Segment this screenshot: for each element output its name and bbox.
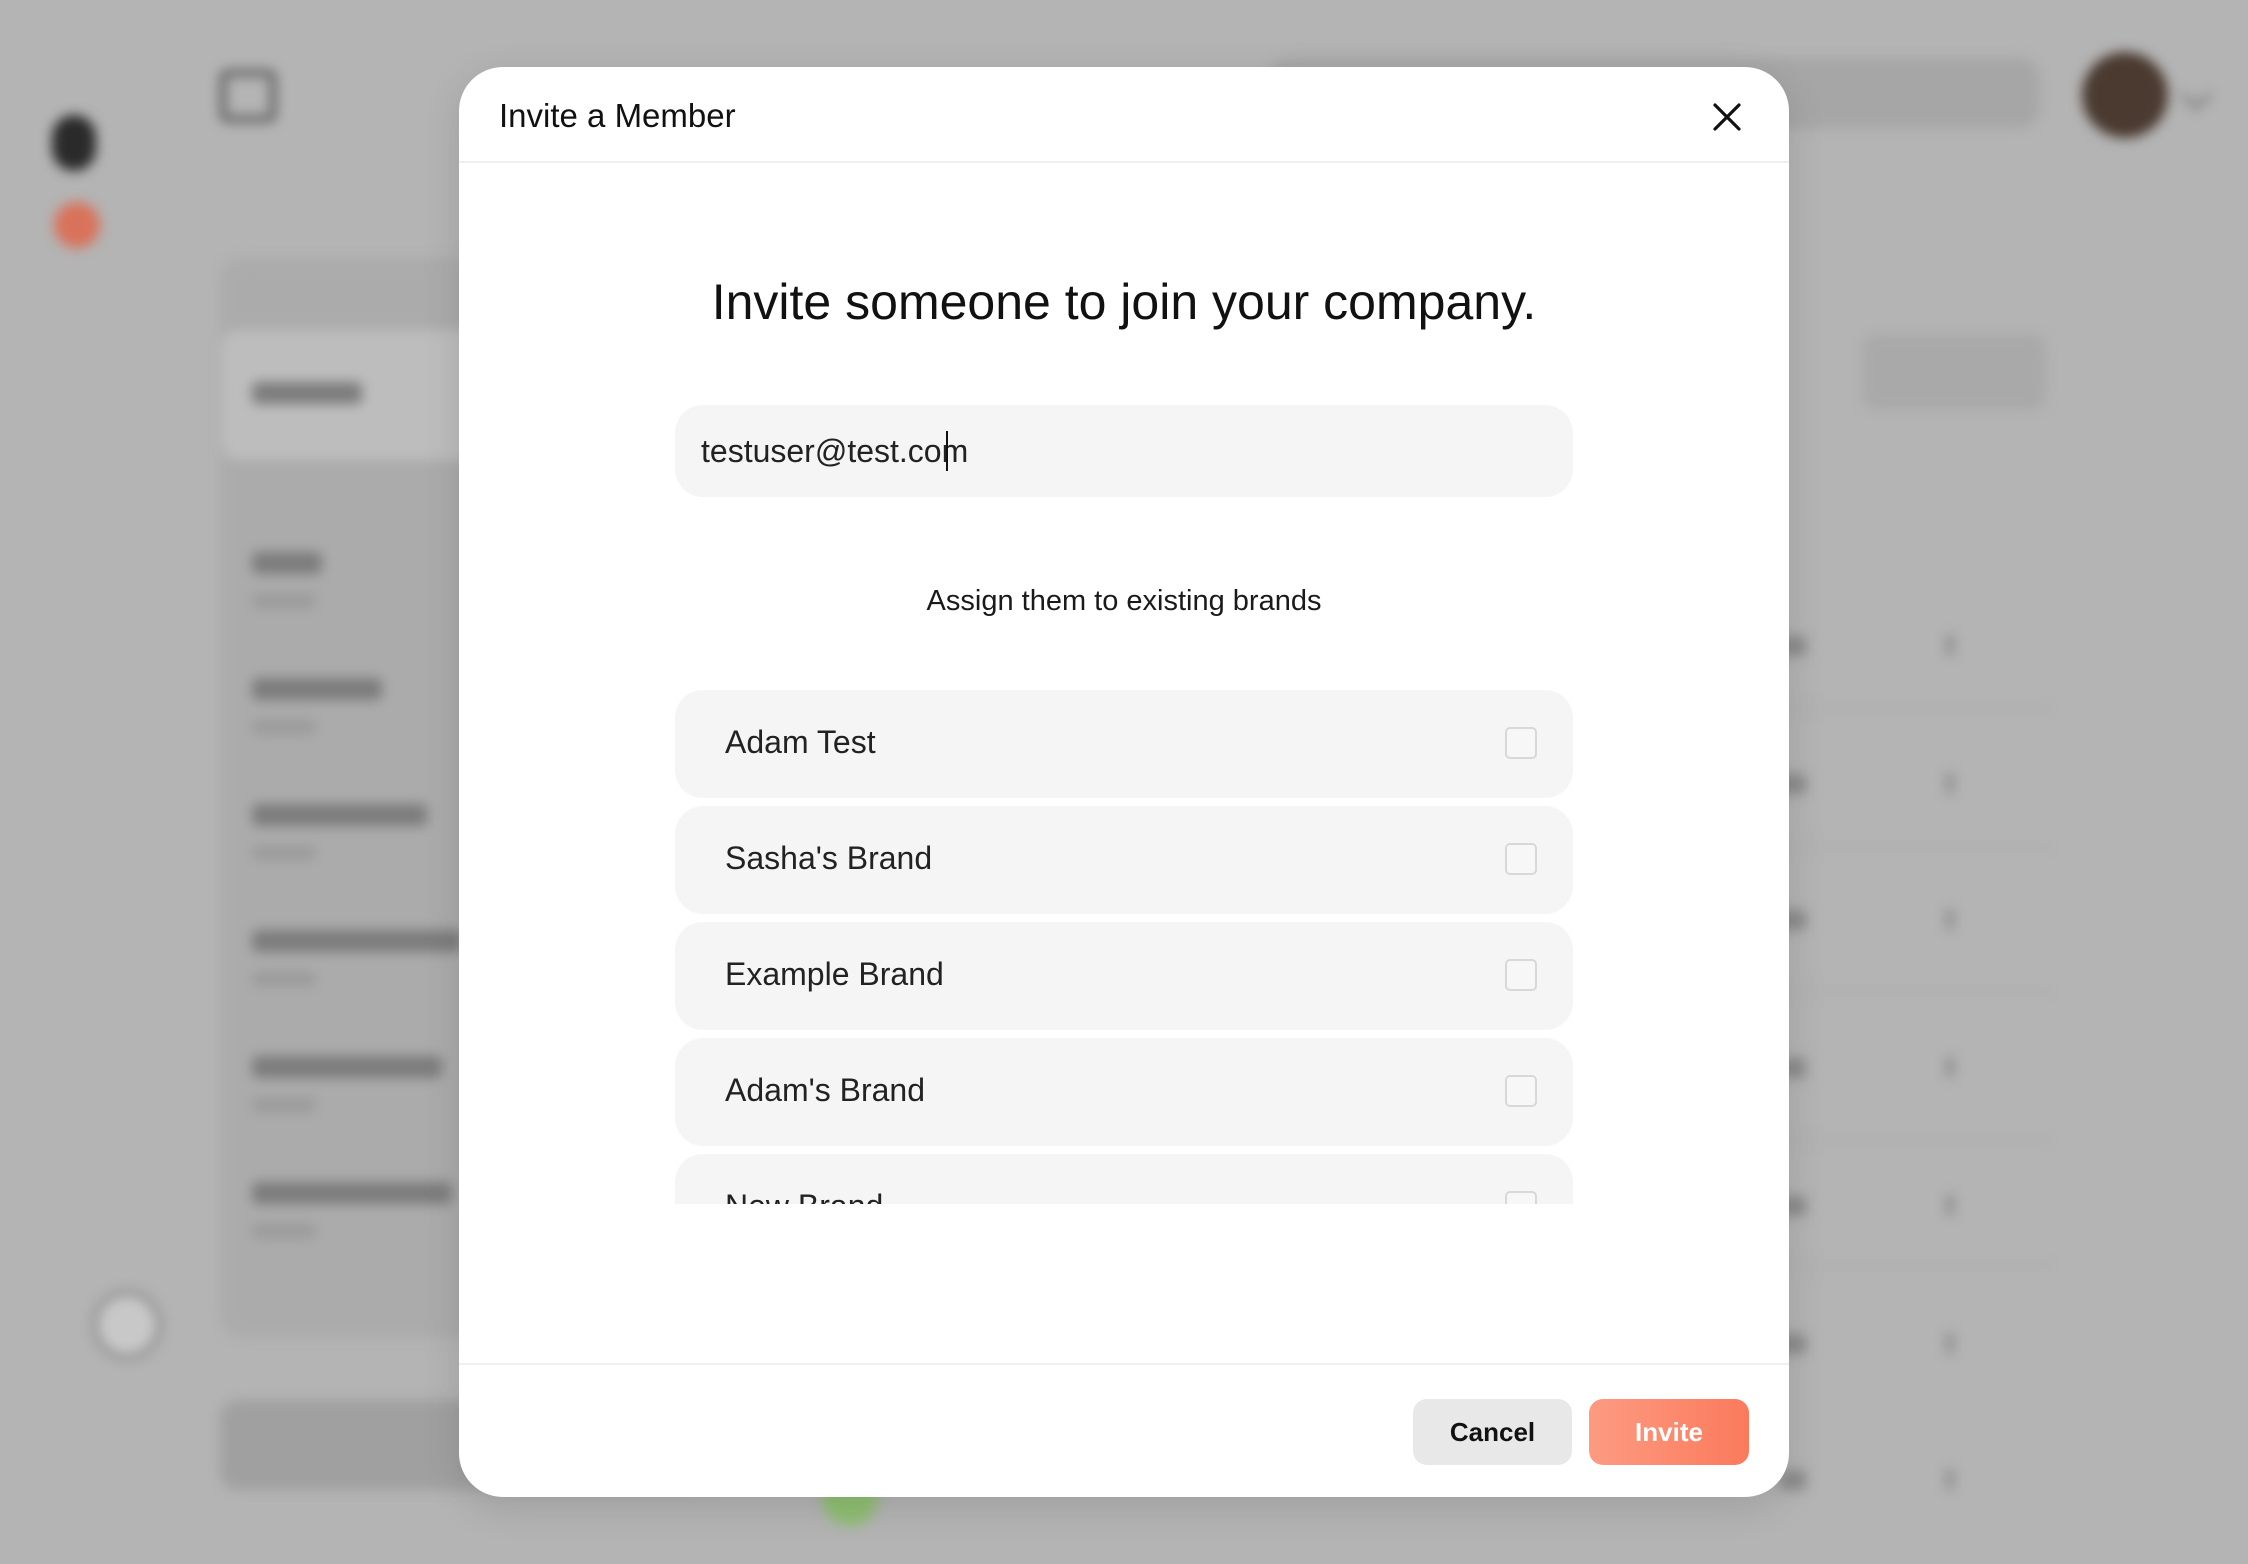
invite-button[interactable]: Invite	[1589, 1399, 1749, 1465]
brand-option-new-brand[interactable]: New Brand	[675, 1154, 1573, 1204]
app-logo	[52, 115, 96, 171]
blurred-text	[252, 552, 322, 574]
email-field[interactable]	[675, 405, 1573, 497]
row-divider	[1760, 1264, 2050, 1266]
row-menu-icon	[1946, 1468, 1954, 1490]
row-menu-icon	[1946, 634, 1954, 656]
blurred-text	[252, 930, 462, 952]
brand-checkbox[interactable]	[1505, 959, 1537, 991]
row-menu-icon	[1946, 1194, 1954, 1216]
brand-checkbox[interactable]	[1505, 727, 1537, 759]
rail-bottom-button	[92, 1290, 162, 1360]
brand-checkbox[interactable]	[1505, 1075, 1537, 1107]
chevron-down-icon	[2180, 79, 2212, 111]
modal-title: Invite a Member	[499, 97, 736, 134]
row-menu-icon	[1946, 1056, 1954, 1078]
background-invite-button	[1862, 334, 2046, 410]
blurred-text	[252, 594, 316, 608]
brand-label: Adam's Brand	[725, 1072, 925, 1108]
blurred-text	[252, 972, 316, 986]
row-divider	[1760, 1138, 2050, 1140]
text-caret	[946, 431, 948, 471]
row-divider	[1760, 990, 2050, 992]
brand-checkbox[interactable]	[1505, 843, 1537, 875]
blurred-text	[252, 1182, 452, 1204]
brand-label: Example Brand	[725, 956, 944, 992]
row-menu-icon	[1946, 908, 1954, 930]
row-menu-icon	[1946, 772, 1954, 794]
close-button[interactable]	[1705, 95, 1749, 139]
modal-header: Invite a Member	[459, 67, 1789, 163]
brand-label: New Brand	[725, 1188, 883, 1204]
blurred-text	[252, 720, 316, 734]
brand-label: Adam Test	[725, 724, 876, 760]
notification-dot	[54, 202, 100, 248]
brand-option-adam-test[interactable]: Adam Test	[675, 690, 1573, 798]
row-divider	[1760, 846, 2050, 848]
brand-label: Sasha's Brand	[725, 840, 933, 876]
footer-divider	[459, 1363, 1789, 1365]
blurred-text	[252, 1098, 316, 1112]
blurred-text	[252, 846, 316, 860]
avatar	[2082, 52, 2168, 138]
blurred-text	[252, 1224, 316, 1238]
invite-member-modal: Invite a Member Invite someone to join y…	[459, 67, 1789, 1497]
row-menu-icon	[1946, 1332, 1954, 1354]
blurred-text	[252, 382, 362, 404]
assign-brands-label: Assign them to existing brands	[926, 585, 1322, 617]
blurred-text	[252, 1056, 442, 1078]
brand-checkbox[interactable]	[1505, 1191, 1537, 1204]
brand-option-example-brand[interactable]: Example Brand	[675, 922, 1573, 1030]
blurred-text	[252, 678, 382, 700]
blurred-text	[252, 804, 427, 826]
brand-list[interactable]: Adam Test Sasha's Brand Example Brand Ad…	[675, 690, 1573, 1204]
team-icon	[220, 70, 276, 122]
close-icon	[1713, 103, 1741, 131]
brand-option-adams-brand[interactable]: Adam's Brand	[675, 1038, 1573, 1146]
row-divider	[1760, 708, 2050, 710]
cancel-button[interactable]: Cancel	[1413, 1399, 1572, 1465]
brand-option-sashas-brand[interactable]: Sasha's Brand	[675, 806, 1573, 914]
invite-headline: Invite someone to join your company.	[711, 274, 1537, 330]
